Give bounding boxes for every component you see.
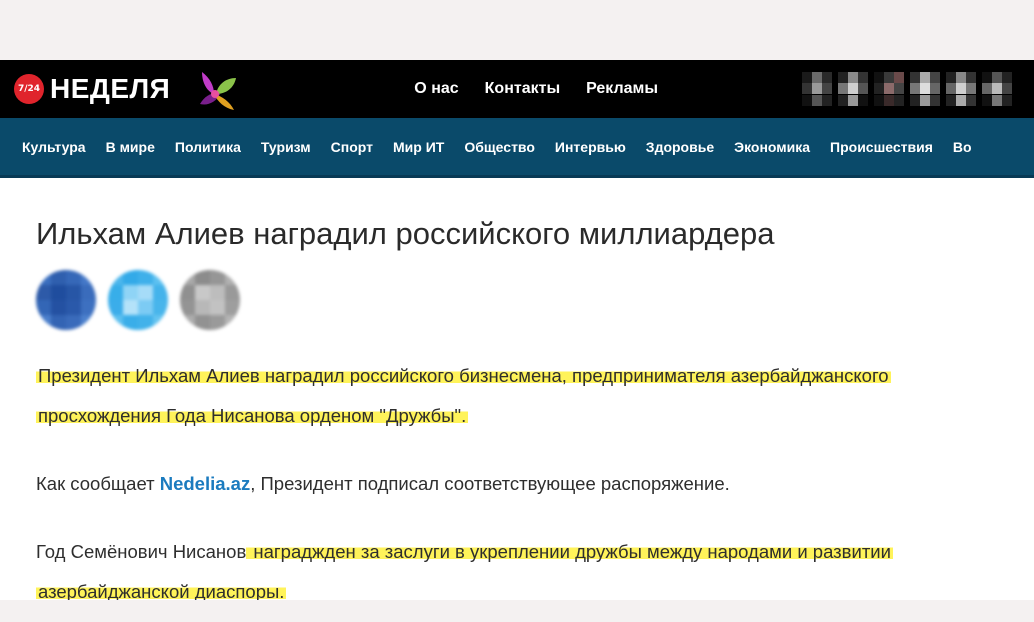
category-it[interactable]: Мир ИТ: [393, 139, 444, 155]
paragraph-text: , Президент подписал соответствующее рас…: [250, 473, 730, 494]
paragraph-text: Год Семёнович Нисанов: [36, 541, 247, 562]
telegram-icon[interactable]: [108, 270, 168, 330]
site-logo[interactable]: 7/24 НЕДЕЛЯ: [14, 73, 170, 105]
paragraph-2: Как сообщает Nedelia.az, Президент подпи…: [36, 464, 998, 504]
pixelated-icon[interactable]: [838, 72, 868, 106]
category-culture[interactable]: Культура: [22, 139, 86, 155]
category-interview[interactable]: Интервью: [555, 139, 626, 155]
pixelated-icon[interactable]: [910, 72, 940, 106]
pixelated-icon[interactable]: [802, 72, 832, 106]
highlighted-text: просхождения Года Нисанова орденом "Друж…: [36, 405, 469, 426]
category-economy[interactable]: Экономика: [734, 139, 810, 155]
highlighted-text: награджден за заслуги в укреплении дружб…: [246, 541, 893, 562]
paragraph-1: Президент Ильхам Алиев наградил российск…: [36, 356, 998, 436]
highlighted-text: Президент Ильхам Алиев наградил российск…: [36, 365, 891, 386]
site-header: 7/24 НЕДЕЛЯ О нас Контакты Рекламы: [0, 60, 1034, 118]
pixelated-icon[interactable]: [982, 72, 1012, 106]
nav-contacts[interactable]: Контакты: [485, 80, 560, 98]
browser-page: 7/24 НЕДЕЛЯ О нас Контакты Рекламы Культ…: [0, 60, 1034, 600]
category-health[interactable]: Здоровье: [646, 139, 714, 155]
category-nav: Культура В мире Политика Туризм Спорт Ми…: [0, 118, 1034, 178]
facebook-icon[interactable]: [36, 270, 96, 330]
category-society[interactable]: Общество: [464, 139, 535, 155]
top-nav: О нас Контакты Рекламы: [414, 80, 658, 98]
logo-text: НЕДЕЛЯ: [50, 73, 171, 104]
source-link[interactable]: Nedelia.az: [160, 473, 251, 494]
share-buttons: [36, 270, 998, 330]
paragraph-3: Год Семёнович Нисанов награджден за засл…: [36, 532, 998, 600]
flower-logo-icon: [200, 72, 237, 110]
article-title: Ильхам Алиев наградил российского миллиа…: [36, 216, 775, 251]
category-tourism[interactable]: Туризм: [261, 139, 311, 155]
nav-about[interactable]: О нас: [414, 80, 458, 98]
category-sport[interactable]: Спорт: [331, 139, 373, 155]
logo-badge: 7/24: [14, 74, 44, 104]
pixelated-icon[interactable]: [946, 72, 976, 106]
pixelated-social-icons: [802, 72, 1012, 106]
category-more[interactable]: Во: [953, 139, 972, 155]
more-icon[interactable]: [180, 270, 240, 330]
category-incidents[interactable]: Происшествия: [830, 139, 933, 155]
pixelated-icon[interactable]: [874, 72, 904, 106]
category-world[interactable]: В мире: [106, 139, 155, 155]
article: Ильхам Алиев наградил российского миллиа…: [0, 216, 1034, 600]
category-politics[interactable]: Политика: [175, 139, 241, 155]
highlighted-text: азербайджанской диаспоры.: [36, 581, 287, 600]
nav-ads[interactable]: Рекламы: [586, 80, 658, 98]
paragraph-text: Как сообщает: [36, 473, 160, 494]
